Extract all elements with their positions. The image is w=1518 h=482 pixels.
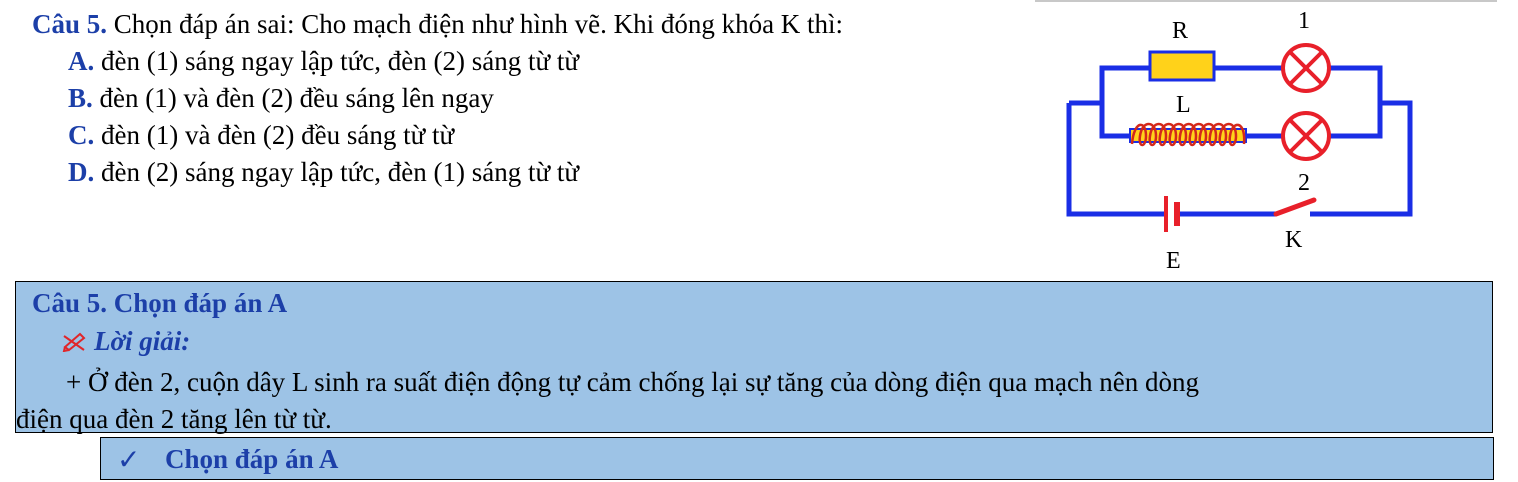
checkmark-icon: ✓ [117, 443, 141, 476]
solution-text: + Ở đèn 2, cuộn dây L sinh ra suất điện … [16, 364, 1478, 438]
option-label: D. [68, 157, 95, 187]
option-d[interactable]: D. đèn (2) sáng ngay lập tức, đèn (1) sá… [68, 154, 579, 191]
switch-k [1273, 197, 1317, 217]
option-b[interactable]: B. đèn (1) và đèn (2) đều sáng lên ngay [68, 80, 494, 117]
final-answer-box: ✓ Chọn đáp án A [100, 437, 1494, 480]
final-answer-text: Chọn đáp án A [165, 444, 339, 474]
inductor-l [1129, 122, 1247, 147]
answer-box: Câu 5. Chọn đáp án A Lời giải: + Ở đèn 2… [15, 281, 1493, 434]
option-a[interactable]: A. đèn (1) sáng ngay lập tức, đèn (2) sá… [68, 43, 579, 80]
resistor-r [1148, 50, 1216, 82]
option-text: đèn (2) sáng ngay lập tức, đèn (1) sáng … [94, 157, 580, 187]
label-l: L [1176, 92, 1191, 118]
question-text: Chọn đáp án sai: Cho mạch điện như hình … [107, 9, 844, 39]
option-c[interactable]: C. đèn (1) và đèn (2) đều sáng từ từ [68, 117, 454, 154]
battery-e-icon [1164, 196, 1180, 232]
pencil-icon [62, 332, 86, 352]
answer-title: Câu 5. Chọn đáp án A [32, 288, 288, 318]
solution-line-2: điện qua đèn 2 tăng lên từ từ. [16, 404, 332, 434]
question-stem: Câu 5. Chọn đáp án sai: Cho mạch điện nh… [32, 6, 843, 43]
circuit-diagram: R 1 L 2 E K [1066, 8, 1413, 274]
option-text: đèn (1) và đèn (2) đều sáng lên ngay [92, 83, 494, 113]
option-label: A. [68, 46, 95, 76]
solution-heading-text: Lời giải: [94, 326, 191, 356]
label-k: K [1285, 227, 1303, 253]
option-text: đèn (1) và đèn (2) đều sáng từ từ [94, 120, 455, 150]
option-label: C. [68, 120, 95, 150]
label-r: R [1172, 18, 1188, 44]
label-lamp-2: 2 [1298, 170, 1310, 196]
option-text: đèn (1) sáng ngay lập tức, đèn (2) sáng … [94, 46, 580, 76]
solution-line-1: + Ở đèn 2, cuộn dây L sinh ra suất điện … [66, 367, 1199, 397]
label-e: E [1166, 248, 1181, 274]
question-number: Câu 5. [32, 9, 108, 39]
lamp-1-icon [1281, 43, 1331, 93]
option-label: B. [68, 83, 93, 113]
label-lamp-1: 1 [1298, 8, 1310, 34]
solution-heading: Lời giải: [62, 326, 190, 357]
lamp-2-icon [1281, 111, 1331, 161]
